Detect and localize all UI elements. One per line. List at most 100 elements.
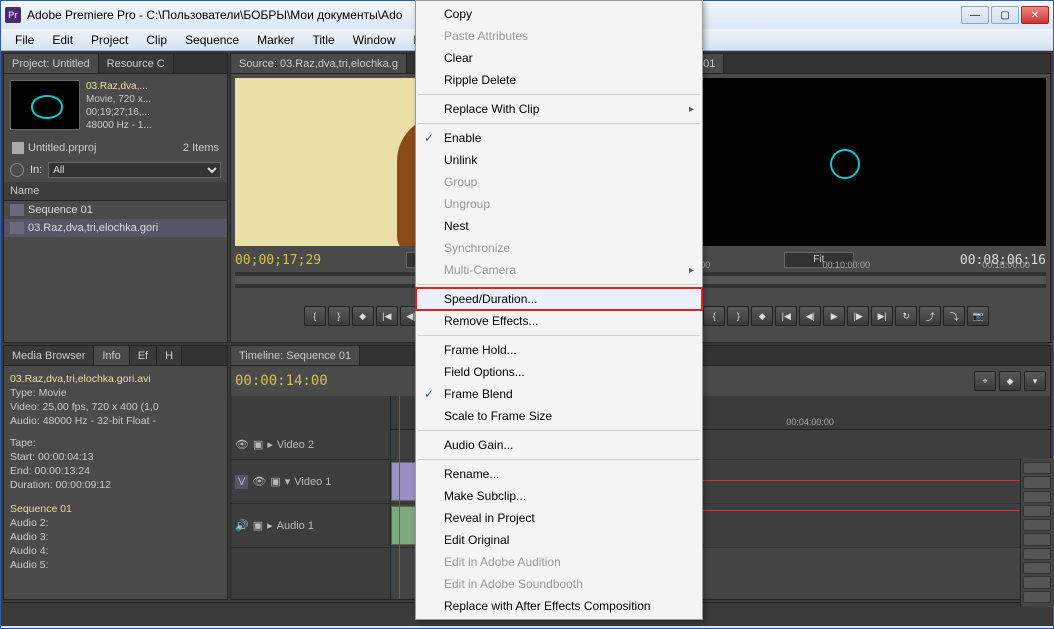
play-button[interactable]: ▶ (823, 306, 845, 326)
tab-info[interactable]: Info (94, 346, 129, 365)
menu-project[interactable]: Project (83, 31, 136, 49)
search-icon[interactable] (10, 163, 24, 177)
mark-out-button[interactable]: } (328, 306, 350, 326)
menu-item-enable[interactable]: Enable (416, 127, 702, 149)
tab-effects[interactable]: Ef (130, 346, 157, 365)
menu-item-edit-in-adobe-audition: Edit in Adobe Audition (416, 551, 702, 573)
menu-separator (418, 94, 700, 95)
timeline-timecode[interactable]: 00:00:14:00 (235, 373, 328, 389)
menu-item-multi-camera: Multi-Camera (416, 259, 702, 281)
project-item-sequence[interactable]: Sequence 01 (4, 201, 227, 219)
track-head-v2[interactable]: 👁 ▣ ▸ Video 2 (231, 430, 390, 460)
mark-in-button[interactable]: { (304, 306, 326, 326)
zoom-tool[interactable] (1023, 591, 1051, 603)
rolling-tool[interactable] (1023, 505, 1051, 517)
tab-resource[interactable]: Resource C (99, 54, 174, 73)
tab-project[interactable]: Project: Untitled (4, 54, 99, 73)
menu-window[interactable]: Window (345, 31, 404, 49)
eye-icon[interactable]: 👁 (235, 438, 249, 451)
menu-item-replace-with-clip[interactable]: Replace With Clip (416, 98, 702, 120)
export-frame-button[interactable]: 📷 (967, 306, 989, 326)
menu-item-nest[interactable]: Nest (416, 215, 702, 237)
menu-item-edit-in-adobe-soundbooth: Edit in Adobe Soundbooth (416, 573, 702, 595)
snap-button[interactable]: ⌖ (974, 371, 996, 391)
menu-item-rename[interactable]: Rename... (416, 463, 702, 485)
menu-item-clear[interactable]: Clear (416, 47, 702, 69)
tab-source[interactable]: Source: 03.Raz,dva,tri,elochka.g (231, 54, 407, 73)
menu-marker[interactable]: Marker (249, 31, 302, 49)
maximize-button[interactable]: ▢ (991, 6, 1019, 24)
tab-timeline[interactable]: Timeline: Sequence 01 (231, 346, 360, 365)
menu-item-frame-hold[interactable]: Frame Hold... (416, 339, 702, 361)
extract-button[interactable]: ⤵ (943, 306, 965, 326)
goto-out-button[interactable]: ▶| (871, 306, 893, 326)
context-menu: CopyPaste AttributesClearRipple DeleteRe… (415, 0, 703, 620)
pen-tool[interactable] (1023, 562, 1051, 574)
playhead[interactable] (399, 396, 400, 599)
filter-select[interactable]: All (48, 162, 221, 178)
menu-item-unlink[interactable]: Unlink (416, 149, 702, 171)
hand-tool[interactable] (1023, 576, 1051, 588)
info-end: End: 00:00:13:24 (10, 464, 221, 478)
menu-item-frame-blend[interactable]: Frame Blend (416, 383, 702, 405)
doc-icon (12, 142, 24, 154)
menu-item-edit-original[interactable]: Edit Original (416, 529, 702, 551)
slip-tool[interactable] (1023, 548, 1051, 560)
settings-button[interactable]: ▾ (1024, 371, 1046, 391)
menu-item-field-options[interactable]: Field Options... (416, 361, 702, 383)
razor-tool[interactable] (1023, 533, 1051, 545)
close-button[interactable]: ✕ (1021, 6, 1049, 24)
lift-button[interactable]: ⤴ (919, 306, 941, 326)
track-head-a1[interactable]: 🔊 ▣ ▸ Audio 1 (231, 504, 390, 548)
mark-in-button[interactable]: { (703, 306, 725, 326)
source-timecode[interactable]: 00;00;17;29 (235, 253, 321, 268)
tab-media-browser[interactable]: Media Browser (4, 346, 94, 365)
tab-history[interactable]: H (157, 346, 182, 365)
program-controls: { } ◆ |◀ ◀| ▶ |▶ ▶| ↻ ⤴ ⤵ 📷 (647, 292, 1047, 340)
menu-item-ripple-delete[interactable]: Ripple Delete (416, 69, 702, 91)
program-logo-icon (830, 149, 860, 179)
step-back-button[interactable]: ◀| (799, 306, 821, 326)
minimize-button[interactable]: — (961, 6, 989, 24)
menu-item-copy[interactable]: Copy (416, 3, 702, 25)
menu-separator (418, 284, 700, 285)
track-head-v1[interactable]: V 👁 ▣ ▾ Video 1 (231, 460, 390, 504)
track-select-tool[interactable] (1023, 476, 1051, 488)
menu-item-speed-duration[interactable]: Speed/Duration... (416, 288, 702, 310)
info-clip-name: 03.Raz,dva,tri,elochka.gori.avi (10, 372, 221, 386)
menu-item-scale-to-frame-size[interactable]: Scale to Frame Size (416, 405, 702, 427)
marker-button[interactable]: ◆ (999, 371, 1021, 391)
lock-icon[interactable]: ▣ (253, 438, 263, 451)
menu-file[interactable]: File (7, 31, 42, 49)
menu-item-replace-with-after-effects-composition[interactable]: Replace with After Effects Composition (416, 595, 702, 617)
clip-audio: 48000 Hz - 1... (86, 119, 152, 132)
menu-item-audio-gain[interactable]: Audio Gain... (416, 434, 702, 456)
project-item-clip[interactable]: 03.Raz,dva,tri,elochka.gori (4, 219, 227, 237)
menu-item-reveal-in-project[interactable]: Reveal in Project (416, 507, 702, 529)
name-column-header[interactable]: Name (4, 182, 227, 201)
set-marker-button[interactable]: ◆ (751, 306, 773, 326)
lock-icon[interactable]: ▣ (270, 475, 280, 488)
ripple-tool[interactable] (1023, 491, 1051, 503)
menu-item-remove-effects[interactable]: Remove Effects... (416, 310, 702, 332)
speaker-icon[interactable]: 🔊 (235, 519, 249, 532)
menu-clip[interactable]: Clip (138, 31, 175, 49)
selection-tool[interactable] (1023, 462, 1051, 474)
clip-thumbnail (10, 80, 80, 130)
set-marker-button[interactable]: ◆ (352, 306, 374, 326)
lock-icon[interactable]: ▣ (253, 519, 263, 532)
menu-sequence[interactable]: Sequence (177, 31, 247, 49)
loop-button[interactable]: ↻ (895, 306, 917, 326)
program-scrubber[interactable]: 00:05:00:00 00:10:00:00 00:15:00:00 (647, 272, 1047, 288)
program-view[interactable] (647, 78, 1047, 246)
mark-out-button[interactable]: } (727, 306, 749, 326)
menu-title[interactable]: Title (304, 31, 342, 49)
clip-type: Movie, 720 x... (86, 93, 152, 106)
goto-in-button[interactable]: |◀ (775, 306, 797, 326)
eye-icon[interactable]: 👁 (252, 475, 266, 488)
menu-edit[interactable]: Edit (44, 31, 81, 49)
step-fwd-button[interactable]: |▶ (847, 306, 869, 326)
menu-item-make-subclip[interactable]: Make Subclip... (416, 485, 702, 507)
goto-in-button[interactable]: |◀ (376, 306, 398, 326)
rate-stretch-tool[interactable] (1023, 519, 1051, 531)
